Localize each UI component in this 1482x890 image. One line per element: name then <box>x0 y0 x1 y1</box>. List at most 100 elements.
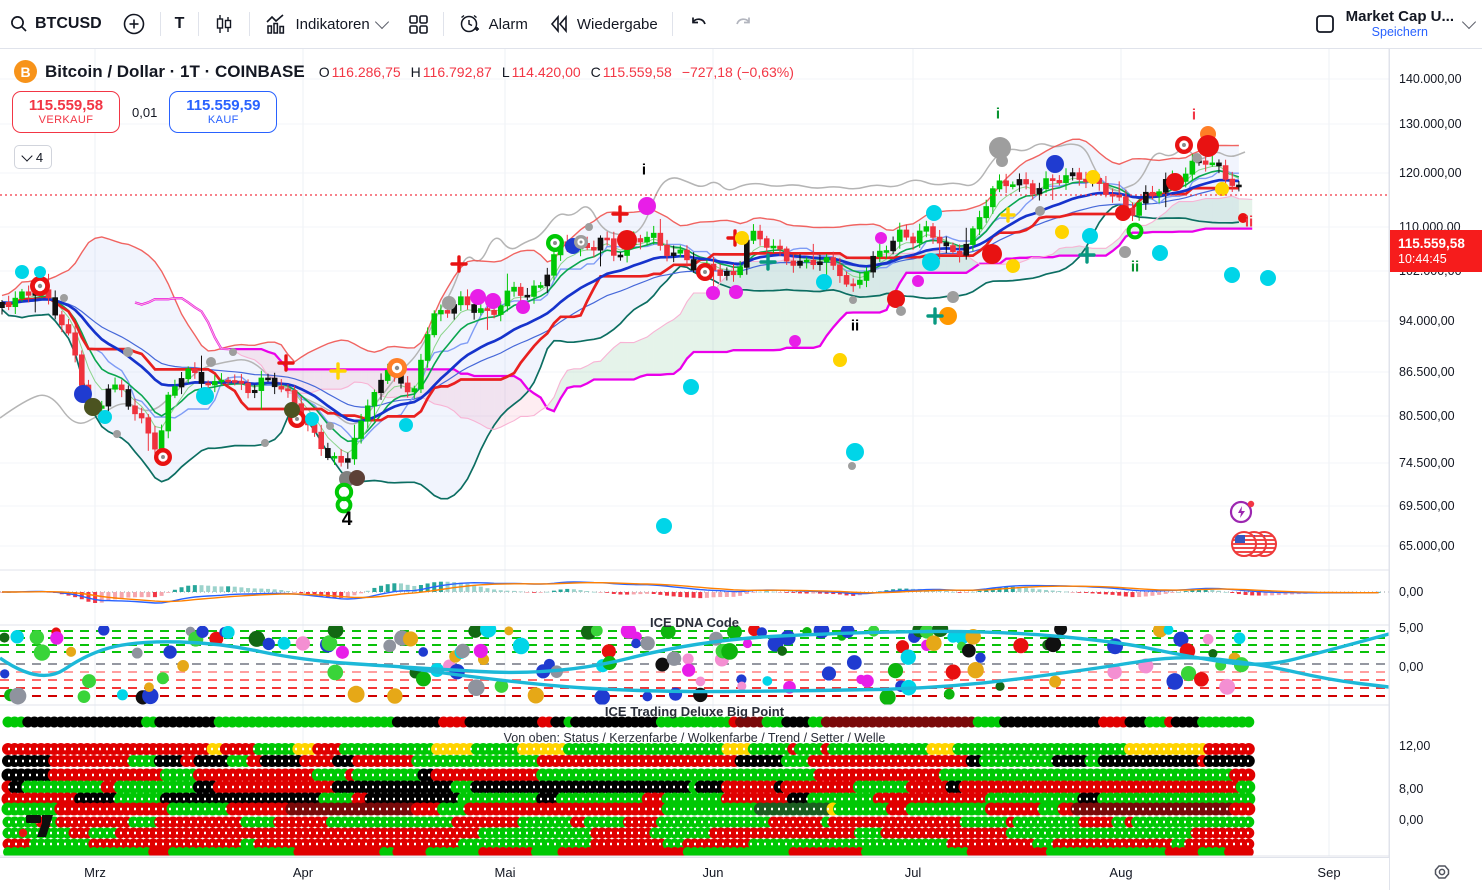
signal-marker <box>1192 153 1202 163</box>
interval-label: T <box>175 15 185 33</box>
signal-marker <box>926 205 942 221</box>
layout-name-block[interactable]: Market Cap U... Speichern <box>1346 9 1454 39</box>
signal-marker <box>846 443 864 461</box>
price-tick: 120.000,00 <box>1399 166 1462 180</box>
redo-icon <box>731 12 755 36</box>
signal-marker <box>1215 182 1229 196</box>
signal-marker <box>1055 225 1069 239</box>
indicators-icon <box>264 12 288 36</box>
signal-marker <box>656 518 672 534</box>
signal-marker <box>154 448 172 466</box>
toolbar-divider <box>672 12 673 36</box>
price-tick: 80.500,00 <box>1399 409 1455 423</box>
spread-value: 0,01 <box>132 105 157 120</box>
symbol-label: BTCUSD <box>35 15 102 33</box>
signal-marker <box>113 430 121 438</box>
signal-marker <box>617 230 637 250</box>
price-tick: 65.000,00 <box>1399 539 1455 553</box>
chevron-down-icon <box>21 150 32 161</box>
ideas-lightning-icon[interactable] <box>1228 498 1256 526</box>
layout-grid-button[interactable] <box>397 7 439 41</box>
compare-add-button[interactable] <box>112 7 156 41</box>
time-axis[interactable]: MrzAprMaiJunJulAugSep <box>0 857 1389 890</box>
low-key: L <box>502 64 510 80</box>
price-tick: 0,00 <box>1399 660 1423 674</box>
grid-layout-icon <box>407 13 429 35</box>
signal-marker <box>15 265 29 279</box>
buy-button[interactable]: 115.559,59 KAUF <box>169 91 277 133</box>
signal-marker <box>34 266 46 278</box>
settings-gear-icon[interactable] <box>1430 860 1454 884</box>
bar-countdown: 10:44:45 <box>1398 252 1482 266</box>
indicator-collapse-chip[interactable]: 4 <box>14 145 52 169</box>
time-axis-month: Aug <box>1109 865 1132 880</box>
signal-marker <box>875 232 887 244</box>
alarm-button[interactable]: Alarm <box>448 7 538 41</box>
legend-title: Bitcoin / Dollar · 1T · COINBASE <box>45 62 305 82</box>
layout-name: Market Cap U... <box>1346 9 1454 24</box>
price-tick: 8,00 <box>1399 782 1423 796</box>
economic-events-flags-icon[interactable] <box>1231 531 1277 558</box>
replay-button[interactable]: Wiedergabe <box>538 7 668 41</box>
signal-marker <box>1238 213 1248 223</box>
chart-canvas[interactable] <box>0 0 1482 890</box>
search-icon <box>10 15 28 33</box>
sell-price: 115.559,58 <box>29 97 103 114</box>
plus-circle-icon <box>122 12 146 36</box>
time-axis-month: Apr <box>293 865 313 880</box>
signal-marker <box>60 294 68 302</box>
price-axis[interactable]: 140.000,00130.000,00120.000,00110.000,00… <box>1389 48 1482 890</box>
signal-marker <box>1086 170 1100 184</box>
signal-marker <box>816 274 832 290</box>
signal-marker <box>516 300 530 314</box>
signal-marker <box>789 335 801 347</box>
interval-button[interactable]: T <box>165 7 195 41</box>
signal-marker <box>30 276 50 296</box>
toolbar-divider <box>198 12 199 36</box>
trade-panel: 115.559,58 VERKAUF 0,01 115.559,59 KAUF <box>12 91 277 133</box>
signal-marker <box>696 263 714 281</box>
signal-marker <box>206 357 216 367</box>
undo-button[interactable] <box>677 7 721 41</box>
signal-marker <box>833 353 847 367</box>
price-tick: 74.500,00 <box>1399 456 1455 470</box>
tradingview-app: BTCUSD T Indikatoren Alarm Wiedergabe <box>0 0 1482 890</box>
price-tick: 5,00 <box>1399 621 1423 635</box>
alarm-clock-icon <box>458 12 482 36</box>
redo-button[interactable] <box>721 7 765 41</box>
tradingview-logo[interactable] <box>16 810 60 840</box>
save-link[interactable]: Speichern <box>1346 25 1454 39</box>
time-axis-month: Jul <box>905 865 922 880</box>
low-value: 114.420,00 <box>512 64 581 80</box>
close-value: 115.559,58 <box>603 64 672 80</box>
sell-button[interactable]: 115.559,58 VERKAUF <box>12 91 120 133</box>
signal-marker <box>261 439 269 447</box>
signal-marker <box>1082 228 1098 244</box>
time-axis-month: Mrz <box>84 865 106 880</box>
symbol-legend[interactable]: B Bitcoin / Dollar · 1T · COINBASE O116.… <box>14 60 802 83</box>
signal-marker <box>849 296 857 304</box>
chip-count: 4 <box>36 150 43 165</box>
signal-marker <box>706 286 720 300</box>
signal-marker <box>326 422 334 430</box>
close-key: C <box>591 64 601 80</box>
signal-marker <box>305 412 319 426</box>
buy-price: 115.559,59 <box>186 97 260 114</box>
signal-marker <box>1152 245 1168 261</box>
signal-marker <box>229 348 237 356</box>
signal-marker <box>485 293 501 309</box>
chart-style-button[interactable] <box>203 7 245 41</box>
signal-marker <box>912 275 924 287</box>
signal-marker <box>735 231 749 245</box>
signal-marker <box>123 347 133 357</box>
price-tick: 0,00 <box>1399 813 1423 827</box>
signal-marker <box>470 289 486 305</box>
symbol-search-button[interactable]: BTCUSD <box>0 7 112 41</box>
signal-marker <box>1175 136 1193 154</box>
chevron-down-icon <box>375 15 389 29</box>
signal-marker <box>1224 267 1240 283</box>
layout-single-icon[interactable] <box>1314 13 1336 35</box>
signal-marker <box>1166 173 1184 191</box>
indicators-button[interactable]: Indikatoren <box>254 7 396 41</box>
signal-marker <box>996 155 1008 167</box>
